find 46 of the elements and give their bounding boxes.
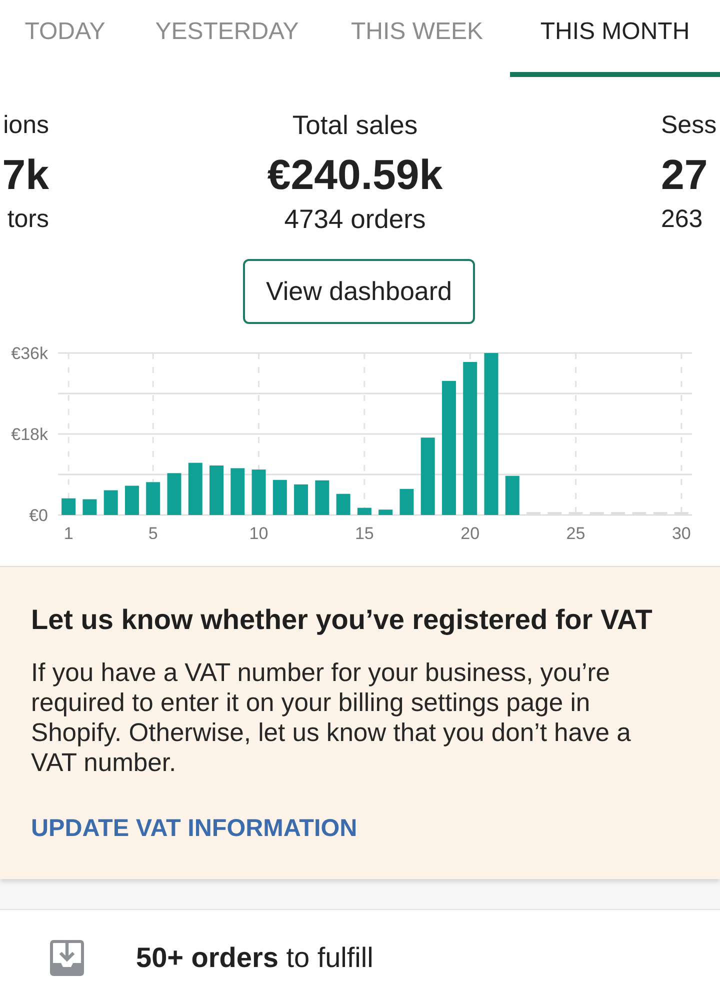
bar	[188, 462, 202, 515]
bar	[124, 486, 139, 515]
metric-detail: 4734 orders	[284, 203, 426, 236]
tab[interactable]: YESTERDAY	[130, 0, 324, 77]
bar	[294, 484, 308, 515]
x-axis-label: 15	[354, 524, 374, 543]
bar	[400, 488, 414, 515]
metric-value: 27	[661, 151, 708, 199]
bar	[272, 480, 287, 515]
y-axis-label: €0	[29, 506, 48, 525]
bar	[315, 480, 330, 515]
bar	[230, 468, 245, 515]
bar	[252, 470, 266, 515]
bar	[62, 498, 76, 515]
x-axis-label: 30	[672, 524, 691, 543]
metric-detail: tors	[7, 204, 49, 235]
metric-label: Sess	[661, 110, 717, 141]
bar	[146, 482, 160, 515]
y-axis-label: €18k	[11, 425, 48, 444]
tab[interactable]: TODAY	[0, 0, 130, 77]
y-axis-label: €36k	[11, 344, 48, 363]
metric-value: €240.59k	[267, 151, 443, 199]
metric-value: 7k	[2, 151, 49, 199]
x-axis-label: 20	[460, 524, 480, 543]
tray-download-icon	[50, 940, 84, 976]
tab[interactable]: THIS MONTH	[510, 0, 720, 77]
x-axis-label: 25	[566, 524, 586, 543]
bar	[167, 473, 182, 515]
view-dashboard-button[interactable]: View dashboard	[243, 259, 475, 324]
bar	[505, 476, 520, 515]
bar	[210, 466, 224, 515]
x-axis-label: 5	[148, 524, 158, 543]
metric-detail: 263	[661, 204, 703, 235]
notice-title: Let us know whether you’ve registered for VAT	[31, 603, 654, 637]
bar	[378, 510, 393, 515]
x-axis-label: 1	[64, 524, 74, 543]
metric-label: Total sales	[292, 109, 418, 142]
x-axis-label: 10	[249, 524, 268, 543]
bar	[104, 490, 118, 515]
bar	[82, 499, 97, 515]
notice-text: If you have a VAT number for your business, you’re required to enter it on your billing settings page in Shopify. Otherwise, let us know that you don’t have a VAT number.	[31, 658, 632, 778]
bar	[357, 508, 372, 515]
tab[interactable]: THIS WEEK	[324, 0, 510, 77]
update-vat-link[interactable]: UPDATE VAT INFORMATION	[31, 814, 358, 844]
metric-label: ions	[3, 110, 49, 141]
bar	[336, 494, 350, 515]
